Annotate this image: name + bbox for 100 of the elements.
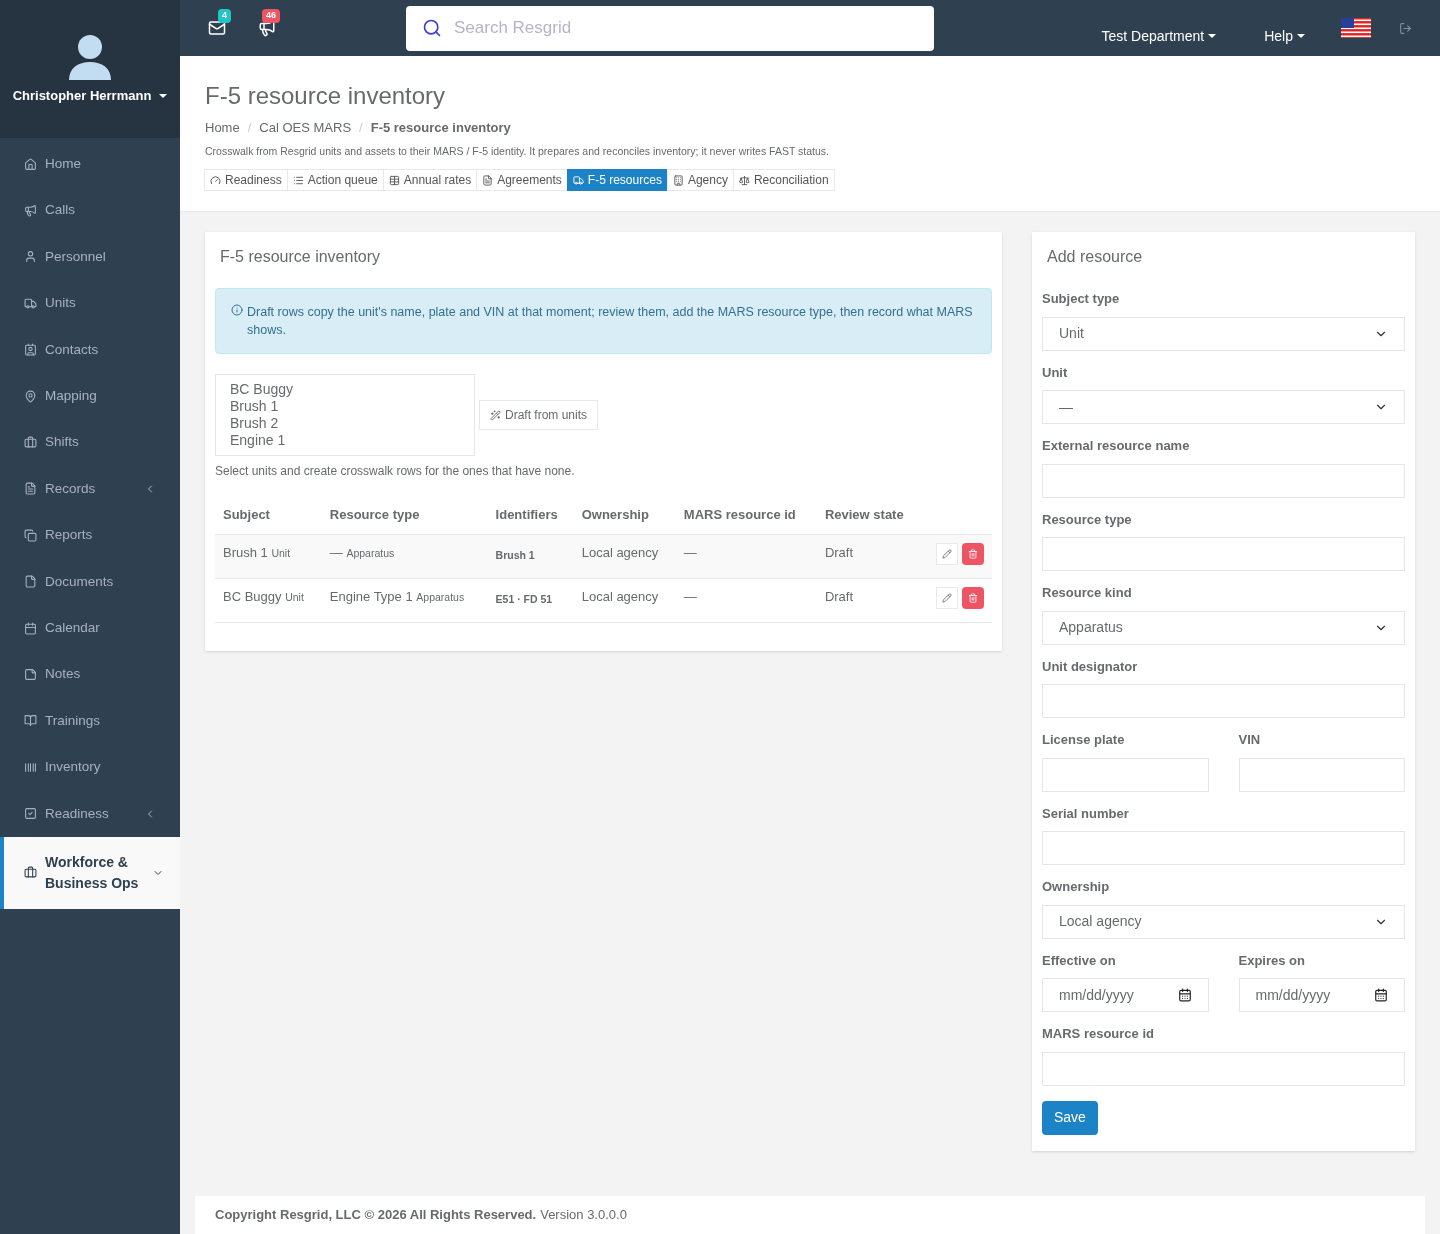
field-label: Effective on — [1042, 951, 1117, 970]
megaphone-icon — [24, 204, 37, 218]
list-icon — [292, 174, 304, 186]
copyright-text: Copyright Resgrid, LLC © 2026 All Rights Reserved. — [215, 1206, 537, 1225]
table-cell: E51 · FD 51 — [495, 592, 553, 605]
tab[interactable]: Annual rates — [382, 169, 478, 192]
input-field[interactable] — [1042, 1051, 1405, 1086]
input-field[interactable] — [1042, 684, 1405, 719]
date-field[interactable]: mm/dd/yyyy — [1238, 978, 1405, 1013]
gauge-icon — [210, 174, 221, 186]
draft-button[interactable]: Draft from units — [479, 400, 599, 431]
column-header: MARS resource id — [675, 496, 817, 535]
listbox-option[interactable]: BC Buggy — [230, 381, 460, 399]
sidebar-item[interactable]: Documents — [0, 558, 180, 605]
sidebar-item[interactable]: Readiness — [0, 790, 180, 837]
calendar-icon — [1374, 988, 1388, 1003]
breadcrumb-separator: / — [359, 119, 363, 137]
save-button[interactable]: Save — [1042, 1100, 1098, 1135]
mail-icon[interactable] — [208, 19, 226, 37]
sidebar-item[interactable]: Personnel — [0, 233, 180, 281]
column-header: Review state — [816, 496, 922, 535]
document-icon — [482, 174, 494, 186]
sidebar-item[interactable]: Home — [0, 141, 180, 188]
input-field[interactable] — [1042, 463, 1405, 498]
file-icon — [24, 575, 37, 589]
tab[interactable]: Reconciliation — [732, 169, 835, 192]
sidebar-item[interactable]: Trainings — [0, 697, 180, 745]
sidebar-item[interactable]: Calendar — [0, 604, 180, 652]
map-pin-icon — [24, 389, 37, 403]
listbox-option[interactable]: Brush 2 — [230, 415, 460, 433]
sidebar-item[interactable]: Mapping — [0, 372, 180, 420]
field-label: VIN — [1238, 731, 1262, 750]
listbox-option[interactable]: Engine 1 — [230, 432, 460, 450]
search-icon — [422, 17, 442, 38]
table-cell: — — [683, 588, 697, 604]
select-field[interactable]: Unit — [1042, 316, 1405, 351]
input-field[interactable] — [1238, 757, 1405, 792]
alert-text: Draft rows copy the unit's name, plate and VIN at that moment; review them, add the MARS resource type, then record what MARS shows. — [247, 304, 974, 340]
sidebar-item[interactable]: Shifts — [0, 419, 180, 466]
delete-button[interactable] — [962, 586, 984, 609]
input-field[interactable] — [1042, 537, 1405, 572]
department-menu[interactable]: Test Department — [1101, 25, 1217, 47]
breadcrumb-link[interactable]: Cal OES MARS — [259, 118, 352, 138]
sidebar-item[interactable]: Notes — [0, 651, 180, 698]
barcode-icon — [24, 760, 37, 774]
briefcase-icon — [24, 866, 37, 880]
pencil-icon — [942, 548, 952, 559]
select-field[interactable]: — — [1042, 390, 1405, 425]
column-header: Subject — [215, 496, 322, 535]
unit-listbox[interactable]: BC Buggy Brush 1 Brush 2 Engine 1 — [215, 374, 475, 457]
table-cell: Brush 1 Unit — [223, 544, 291, 560]
home-icon — [24, 157, 37, 171]
help-menu[interactable]: Help — [1264, 25, 1305, 47]
checkbox-icon — [24, 807, 37, 821]
panel-title: F-5 resource inventory — [219, 247, 382, 268]
logout-icon[interactable] — [1399, 21, 1412, 35]
delete-button[interactable] — [962, 542, 984, 565]
field-label: Unit — [1042, 363, 1069, 382]
breadcrumb-link[interactable]: Home — [205, 118, 240, 138]
tab[interactable]: Agreements — [476, 169, 568, 192]
briefcase-icon — [24, 436, 37, 450]
building-icon — [672, 174, 684, 186]
date-field[interactable]: mm/dd/yyyy — [1042, 978, 1209, 1013]
copy-icon — [24, 528, 37, 542]
tab[interactable]: Readiness — [204, 169, 288, 192]
select-field[interactable]: Local agency — [1042, 904, 1405, 939]
input-field[interactable] — [1042, 831, 1405, 866]
sidebar-item[interactable]: Units — [0, 280, 180, 327]
field-label: External resource name — [1042, 437, 1191, 456]
version-text: Version 3.0.0.0 — [540, 1206, 627, 1225]
table-cell: Brush 1 — [495, 548, 535, 561]
table-icon — [388, 174, 400, 186]
search-field[interactable]: Search Resgrid — [406, 5, 934, 51]
sidebar-item[interactable]: Records — [0, 465, 180, 513]
sidebar-item[interactable]: Calls — [0, 187, 180, 234]
trash-icon — [968, 592, 978, 603]
sidebar-item[interactable]: Contacts — [0, 326, 180, 373]
edit-button[interactable] — [936, 586, 958, 609]
scale-icon — [738, 174, 750, 186]
contact-card-icon — [24, 343, 37, 357]
field-label: Unit designator — [1042, 657, 1139, 676]
field-label: MARS resource id — [1042, 1025, 1155, 1044]
sidebar-item[interactable]: Inventory — [0, 744, 180, 791]
column-header: Ownership — [573, 496, 676, 535]
listbox-option[interactable]: Brush 1 — [230, 398, 460, 416]
tab[interactable]: Agency — [666, 169, 734, 192]
truck-icon — [572, 174, 584, 186]
user-menu[interactable]: Christopher Herrmann — [12, 86, 168, 106]
sidebar-item[interactable]: Reports — [0, 512, 180, 559]
table-cell: Local agency — [581, 588, 659, 604]
document-icon — [24, 482, 37, 496]
count-badge: 4 — [218, 9, 231, 23]
select-field[interactable]: Apparatus — [1042, 610, 1405, 645]
tab[interactable]: Action queue — [286, 169, 384, 192]
sidebar-item[interactable]: Workforce & Business Ops — [0, 836, 180, 909]
trash-icon — [968, 548, 978, 559]
edit-button[interactable] — [936, 542, 958, 565]
input-field[interactable] — [1042, 757, 1209, 792]
flag-icon[interactable] — [1341, 18, 1371, 38]
tab[interactable]: F-5 resources — [566, 169, 668, 192]
